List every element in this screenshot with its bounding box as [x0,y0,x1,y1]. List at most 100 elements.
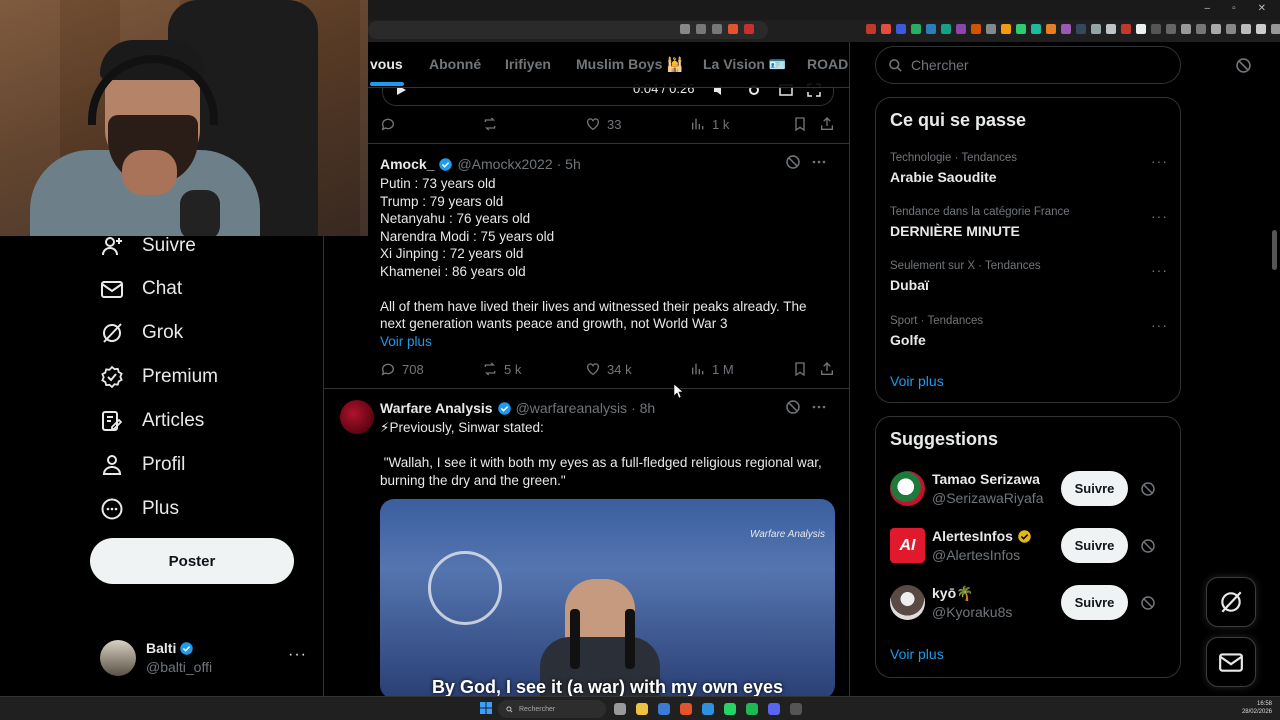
avatar[interactable]: AI [890,528,925,563]
search-input[interactable]: Chercher [875,46,1181,84]
bookmark-button[interactable] [792,116,808,132]
follow-button[interactable]: Suivre [1061,528,1128,563]
extension-icon[interactable] [986,24,996,34]
app-icon[interactable] [702,703,714,715]
tweet-author-handle[interactable]: @warfareanalysis [516,400,627,416]
obs-icon[interactable] [790,703,802,715]
more-options-icon[interactable] [812,400,826,414]
avatar[interactable] [890,585,925,620]
tab-road[interactable]: ROAD [807,56,848,72]
extension-icon[interactable] [1046,24,1056,34]
nav-item-grok[interactable]: Grok [100,316,183,350]
trend-item[interactable]: Arabie Saoudite [890,169,997,185]
taskbar-search[interactable]: Rechercher [498,700,606,718]
extension-icon[interactable] [1106,24,1116,34]
extension-icon[interactable] [956,24,966,34]
show-more-suggestions-link[interactable]: Voir plus [890,646,944,662]
extension-icon[interactable] [1271,24,1280,34]
extension-icon[interactable] [1181,24,1191,34]
account-switcher[interactable]: Balti @balti_offi ··· [100,638,310,682]
whatsapp-icon[interactable] [724,703,736,715]
more-options-icon[interactable]: ··· [1151,262,1168,278]
tweet-time[interactable]: · 8h [631,400,655,416]
tab-for-you[interactable]: vous [370,56,403,72]
views-button[interactable]: 1 k [690,116,729,132]
nav-item-profile[interactable]: Profil [100,448,185,482]
extension-icon[interactable] [1136,24,1146,34]
block-icon[interactable] [1141,482,1155,496]
extension-icon[interactable] [1166,24,1176,34]
tab-following[interactable]: Abonné [429,56,481,72]
extension-icon[interactable] [926,24,936,34]
account-more-icon[interactable]: ··· [288,646,307,664]
minimize-button[interactable]: – [1205,3,1211,14]
block-icon[interactable] [1141,539,1155,553]
extension-icon[interactable] [971,24,981,34]
extension-icon[interactable] [1241,24,1251,34]
post-button[interactable]: Poster [90,538,294,584]
extension-icon[interactable] [881,24,891,34]
cast-icon[interactable] [696,24,706,34]
avatar[interactable] [340,400,374,434]
nav-item-premium[interactable]: Premium [100,360,218,394]
brave-icon[interactable] [680,703,692,715]
extension-icon[interactable] [1211,24,1221,34]
trend-item[interactable]: Dubaï [890,277,929,293]
extension-icon[interactable] [1121,24,1131,34]
close-button[interactable]: ✕ [1258,3,1266,14]
file-explorer-icon[interactable] [636,703,648,715]
more-options-icon[interactable]: ··· [1151,317,1168,333]
store-icon[interactable] [658,703,670,715]
tweet-media-image[interactable]: Warfare Analysis By God, I see it (a war… [380,499,835,696]
zoom-icon[interactable] [680,24,690,34]
maximize-button[interactable]: ▫ [1232,3,1236,14]
nav-item-articles[interactable]: Articles [100,404,204,438]
extension-icon[interactable] [1091,24,1101,34]
suggestion-name[interactable]: kyō🌴 [932,585,974,602]
extension-icon[interactable] [911,24,921,34]
block-icon[interactable] [1141,596,1155,610]
brave-rewards-icon[interactable] [744,24,754,34]
page-scrollbar[interactable] [1272,230,1277,270]
trend-item[interactable]: Golfe [890,332,926,348]
tweet-author-handle[interactable]: @Amockx2022 [457,156,552,172]
more-options-icon[interactable]: ··· [1151,153,1168,169]
tab-muslim-boys[interactable]: Muslim Boys 🕌 [576,56,684,73]
extension-icon[interactable] [941,24,951,34]
block-icon[interactable] [1236,58,1251,73]
trend-item[interactable]: DERNIÈRE MINUTE [890,223,1020,239]
grok-button[interactable] [1206,577,1256,627]
follow-button[interactable]: Suivre [1061,585,1128,620]
share-button[interactable] [819,361,835,377]
follow-button[interactable]: Suivre [1061,471,1128,506]
extension-icon[interactable] [1196,24,1206,34]
suggestion-name[interactable]: Tamao Serizawa [932,471,1040,487]
avatar[interactable] [890,471,925,506]
taskbar-clock[interactable]: 16:58 28/02/2026 [1242,700,1272,716]
reply-button[interactable] [380,116,396,132]
tweet-author-name[interactable]: Warfare Analysis [380,400,493,416]
spotify-icon[interactable] [746,703,758,715]
extension-icon[interactable] [1016,24,1026,34]
task-view-icon[interactable] [614,703,626,715]
more-options-icon[interactable] [812,155,826,169]
extension-icon[interactable] [1031,24,1041,34]
share-icon[interactable] [712,24,722,34]
views-button[interactable]: 1 M [690,361,734,377]
like-button[interactable]: 33 [585,116,621,132]
extension-icon[interactable] [896,24,906,34]
extension-icon[interactable] [866,24,876,34]
extension-icon[interactable] [1076,24,1086,34]
nav-item-more[interactable]: Plus [100,492,179,526]
brave-shield-icon[interactable] [728,24,738,34]
nav-item-chat[interactable]: Chat [100,272,182,306]
extension-icon[interactable] [1001,24,1011,34]
tab-irifiyen[interactable]: Irifiyen [505,56,551,72]
extension-icon[interactable] [1226,24,1236,34]
extension-icon[interactable] [1256,24,1266,34]
block-icon[interactable] [786,155,800,169]
tab-la-vision[interactable]: La Vision 🪪 [703,56,786,73]
show-more-trends-link[interactable]: Voir plus [890,373,944,389]
discord-icon[interactable] [768,703,780,715]
suggestion-name[interactable]: AlertesInfos [932,528,1013,544]
